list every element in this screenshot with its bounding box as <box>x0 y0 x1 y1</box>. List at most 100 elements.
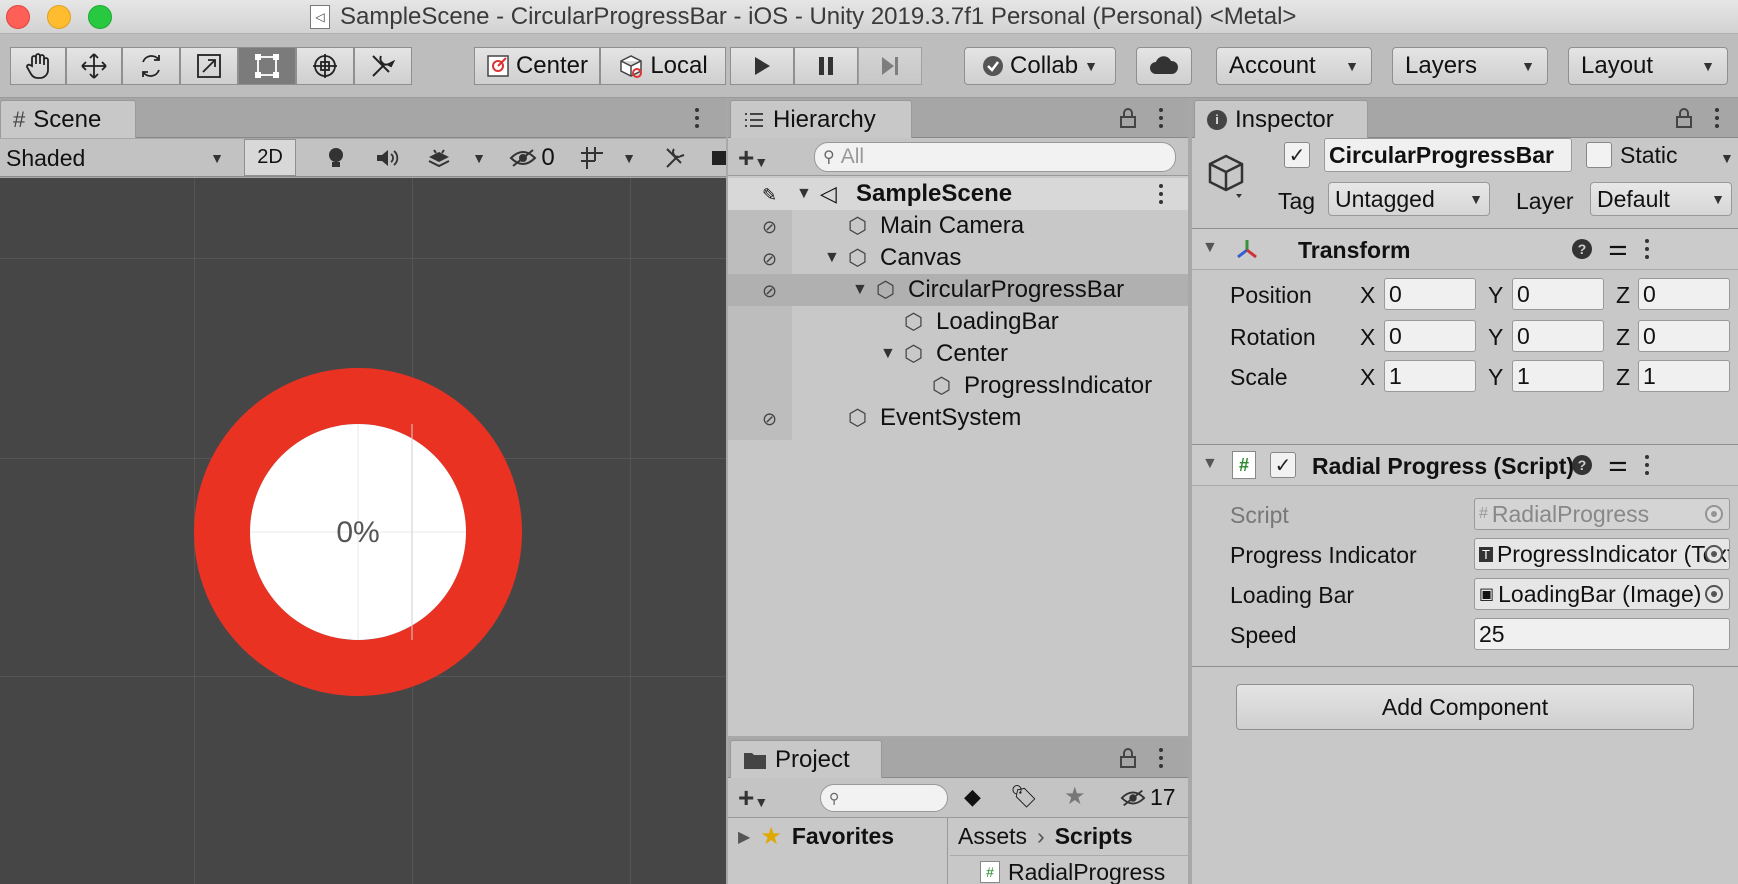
project-search-field[interactable]: ⚲ <box>820 784 948 812</box>
visibility-hidden-icon[interactable]: ⊘ <box>762 249 777 270</box>
create-asset-button[interactable]: +▼ <box>738 782 768 814</box>
scene-options-icon[interactable] <box>1158 184 1164 204</box>
favorite-star-icon[interactable]: ★ <box>1064 782 1086 811</box>
presets-sliders-icon[interactable]: ⚌ <box>1608 235 1628 261</box>
hierarchy-item-circularprogressbar[interactable]: ⊘ ▼ ⬡ CircularProgressBar <box>728 274 1188 306</box>
chevron-down-icon[interactable]: ▼ <box>1720 150 1734 166</box>
breadcrumb-assets[interactable]: Assets <box>958 823 1027 850</box>
expand-arrow-icon[interactable]: ▼ <box>824 249 840 267</box>
hand-tool-button[interactable] <box>10 47 66 85</box>
scale-z-field[interactable]: 1 <box>1638 360 1730 392</box>
expand-arrow-icon[interactable]: ▼ <box>880 345 896 363</box>
custom-tool-button[interactable] <box>354 47 412 85</box>
position-z-field[interactable]: 0 <box>1638 278 1730 310</box>
project-menu-icon[interactable] <box>1158 748 1164 768</box>
hierarchy-item-center[interactable]: ▼ ⬡ Center <box>728 338 1188 370</box>
object-name-field[interactable]: CircularProgressBar <box>1324 138 1572 172</box>
presets-sliders-icon[interactable]: ⚌ <box>1608 451 1628 477</box>
pivot-rotation-button[interactable]: Local <box>600 47 726 85</box>
position-x-field[interactable]: 0 <box>1384 278 1476 310</box>
favorites-item[interactable]: ▶ ★ Favorites <box>738 822 894 851</box>
minimize-window-button[interactable] <box>47 5 71 29</box>
rotation-z-field[interactable]: 0 <box>1638 320 1730 352</box>
project-hidden-toggle[interactable]: 17 <box>1120 784 1176 811</box>
hierarchy-item-progressindicator[interactable]: ⬡ ProgressIndicator <box>728 370 1188 402</box>
scene-menu-icon[interactable] <box>694 108 700 128</box>
pause-button[interactable] <box>794 47 858 85</box>
collapse-arrow-icon[interactable]: ▼ <box>1202 455 1218 473</box>
visibility-hidden-icon[interactable]: ⊘ <box>762 281 777 302</box>
add-object-button[interactable]: +▼ <box>738 142 768 174</box>
rotate-tool-button[interactable] <box>122 47 180 85</box>
rotation-y-field[interactable]: 0 <box>1512 320 1604 352</box>
scale-tool-button[interactable] <box>180 47 238 85</box>
gizmos-icon[interactable] <box>712 151 726 165</box>
hierarchy-item-canvas[interactable]: ⊘ ▼ ⬡ Canvas <box>728 242 1188 274</box>
rotation-x-field[interactable]: 0 <box>1384 320 1476 352</box>
project-file-item[interactable]: # RadialProgress <box>950 860 1188 884</box>
filter-by-type-icon[interactable]: ◆ <box>964 784 981 810</box>
component-enabled-checkbox[interactable]: ✓ <box>1270 452 1296 478</box>
speed-field[interactable]: 25 <box>1474 618 1730 650</box>
hierarchy-menu-icon[interactable] <box>1158 108 1164 128</box>
hierarchy-item-samplescene[interactable]: ✎ ▼ ◁ SampleScene <box>728 178 1188 210</box>
visibility-hidden-icon[interactable]: ⊘ <box>762 217 777 238</box>
component-menu-icon[interactable] <box>1644 455 1650 475</box>
hierarchy-search-field[interactable]: ⚲ All <box>814 142 1176 172</box>
move-tool-button[interactable] <box>66 47 122 85</box>
hierarchy-item-loadingbar[interactable]: ⬡ LoadingBar <box>728 306 1188 338</box>
help-icon[interactable]: ? <box>1572 455 1592 475</box>
breadcrumb-scripts[interactable]: Scripts <box>1055 823 1133 850</box>
transform-tool-button[interactable] <box>296 47 354 85</box>
lock-icon[interactable] <box>1120 748 1136 768</box>
2d-mode-toggle[interactable]: 2D <box>244 139 296 176</box>
effects-dropdown[interactable]: ▼ <box>464 139 494 176</box>
object-picker-icon[interactable] <box>1705 585 1723 603</box>
play-button[interactable] <box>730 47 794 85</box>
shading-mode-dropdown[interactable]: Shaded ▼ <box>0 141 230 175</box>
grid-dropdown[interactable]: ▼ <box>614 139 644 176</box>
layer-dropdown[interactable]: Default ▼ <box>1590 182 1732 216</box>
expand-arrow-icon[interactable]: ▼ <box>796 185 812 203</box>
object-picker-icon[interactable] <box>1705 545 1723 563</box>
circular-progress-bar[interactable]: 0% <box>194 368 522 696</box>
lighting-toggle[interactable] <box>310 139 362 176</box>
layers-dropdown[interactable]: Layers ▼ <box>1392 47 1548 85</box>
layout-dropdown[interactable]: Layout ▼ <box>1568 47 1728 85</box>
zoom-window-button[interactable] <box>88 5 112 29</box>
tag-dropdown[interactable]: Untagged ▼ <box>1328 182 1490 216</box>
step-button[interactable] <box>858 47 922 85</box>
collab-dropdown[interactable]: Collab ▼ <box>964 47 1116 85</box>
progress-indicator-field[interactable]: T ProgressIndicator (Text) <box>1474 538 1730 570</box>
rect-tool-button[interactable] <box>238 47 296 85</box>
add-component-button[interactable]: Add Component <box>1236 684 1694 730</box>
scene-tools-button[interactable] <box>656 139 696 176</box>
lock-icon[interactable] <box>1676 108 1692 128</box>
inspector-menu-icon[interactable] <box>1714 108 1720 128</box>
position-y-field[interactable]: 0 <box>1512 278 1604 310</box>
loading-bar-field[interactable]: ▣ LoadingBar (Image) <box>1474 578 1730 610</box>
effects-toggle[interactable] <box>414 139 464 176</box>
scale-x-field[interactable]: 1 <box>1384 360 1476 392</box>
hierarchy-item-main-camera[interactable]: ⊘ ⬡ Main Camera <box>728 210 1188 242</box>
gameobject-icon[interactable] <box>1206 152 1250 200</box>
audio-toggle[interactable] <box>362 139 414 176</box>
visibility-hidden-icon[interactable]: ⊘ <box>762 409 777 430</box>
grid-toggle[interactable] <box>570 139 614 176</box>
scale-y-field[interactable]: 1 <box>1512 360 1604 392</box>
filter-by-label-icon[interactable]: 🏷 <box>1010 784 1038 810</box>
pivot-mode-button[interactable]: Center <box>474 47 600 85</box>
transform-component-header[interactable]: ▼ Transform ? ⚌ <box>1192 228 1738 270</box>
scene-visibility-icon[interactable]: ✎ <box>762 185 777 206</box>
lock-icon[interactable] <box>1120 108 1136 128</box>
active-checkbox[interactable]: ✓ <box>1284 142 1310 168</box>
close-window-button[interactable] <box>6 5 30 29</box>
cloud-button[interactable] <box>1136 47 1192 85</box>
component-menu-icon[interactable] <box>1644 239 1650 259</box>
hierarchy-item-eventsystem[interactable]: ⊘ ⬡ EventSystem <box>728 402 1188 434</box>
tab-scene[interactable]: # Scene <box>0 100 136 138</box>
tab-inspector[interactable]: i Inspector <box>1194 100 1368 138</box>
scene-viewport[interactable]: 0% <box>0 178 726 884</box>
account-dropdown[interactable]: Account ▼ <box>1216 47 1372 85</box>
static-checkbox[interactable] <box>1586 142 1612 168</box>
